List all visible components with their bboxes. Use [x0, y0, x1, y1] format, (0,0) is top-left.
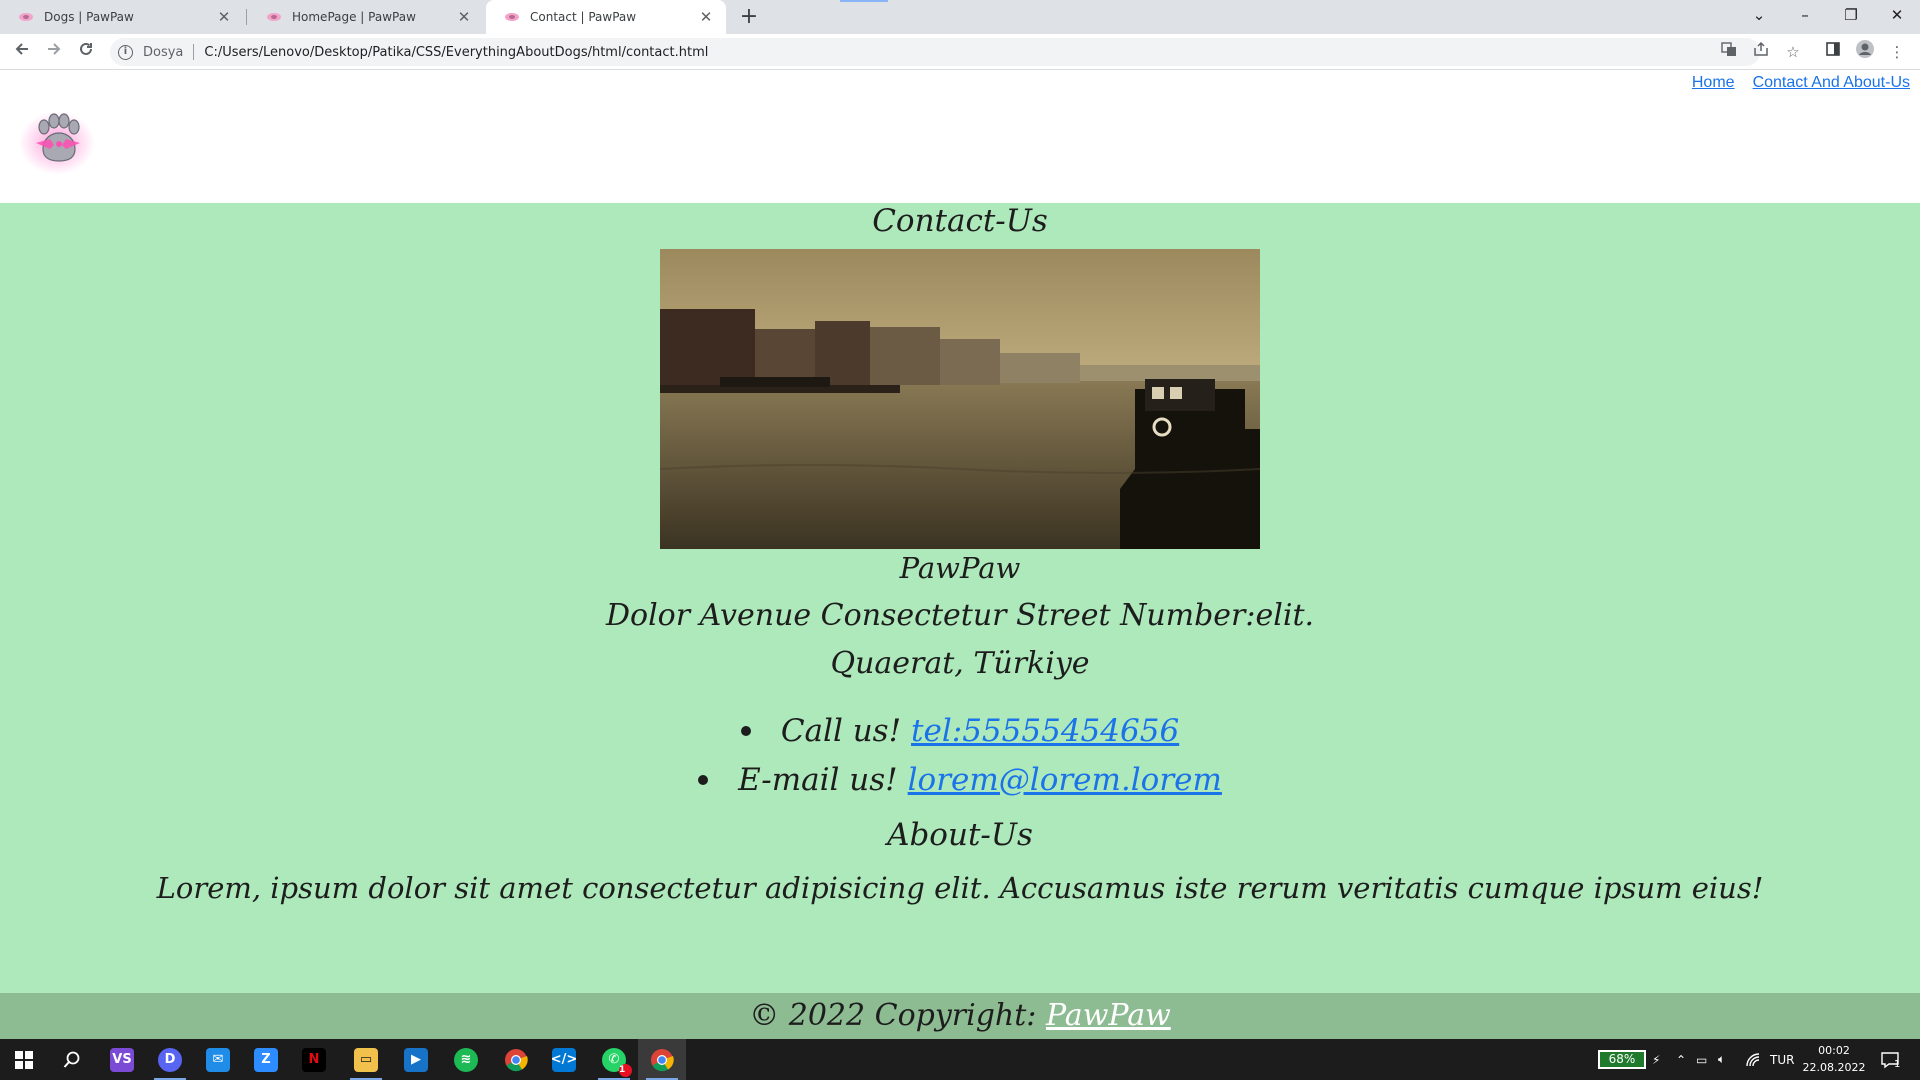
contact-section: Contact-Us PawPaw Dolor Avenue Consectet…	[0, 203, 1920, 993]
tab-contact[interactable]: Contact | PawPaw ✕	[486, 0, 726, 34]
brand-name: PawPaw	[899, 551, 1021, 585]
forward-arrow-icon[interactable]	[40, 38, 68, 66]
zoom-icon[interactable]: Z	[242, 1039, 290, 1080]
page-viewport: Home Contact And About-Us Contact-Us Paw…	[0, 71, 1920, 1039]
minimize-button[interactable]: –	[1782, 0, 1828, 30]
wifi-icon[interactable]	[1746, 1039, 1762, 1080]
close-window-button[interactable]: ✕	[1874, 0, 1920, 30]
site-nav: Home Contact And About-Us	[1692, 74, 1910, 92]
notification-center-icon[interactable]: 1	[1880, 1039, 1900, 1080]
vscode-icon[interactable]: </>	[540, 1039, 588, 1080]
phone-link[interactable]: tel:55555454656	[911, 713, 1179, 749]
media-player-icon[interactable]: ▶	[392, 1039, 440, 1080]
translate-icon[interactable]	[1716, 39, 1742, 65]
clock-date: 22.08.2022	[1802, 1061, 1866, 1074]
bullet-icon	[698, 774, 709, 785]
close-tab-icon[interactable]: ✕	[696, 8, 716, 26]
tab-title: HomePage | PawPaw	[292, 10, 416, 24]
whatsapp-icon[interactable]: ✆ 1	[590, 1039, 638, 1080]
tab-title: Contact | PawPaw	[530, 10, 637, 24]
site-info-icon[interactable]: i	[118, 44, 133, 60]
copyright-text: © 2022 Copyright:	[749, 998, 1037, 1033]
address-divider	[193, 44, 195, 60]
email-label: E-mail us!	[738, 761, 898, 798]
nav-contact-about-link[interactable]: Contact And About-Us	[1753, 74, 1910, 92]
address-line-2: Quaerat, Türkiye	[830, 646, 1090, 681]
about-heading: About-Us	[887, 817, 1033, 853]
tab-title: Dogs | PawPaw	[44, 10, 134, 24]
show-hidden-icons-icon[interactable]: ⌃	[1676, 1039, 1686, 1080]
address-bar[interactable]: i Dosya C:/Users/Lenovo/Desktop/Patika/C…	[110, 38, 1760, 66]
language-indicator[interactable]: TUR	[1770, 1039, 1794, 1080]
volume-icon[interactable]: 🔈︎	[1718, 1039, 1725, 1080]
call-label: Call us!	[780, 712, 902, 749]
share-icon[interactable]	[1748, 39, 1774, 65]
tab-divider	[246, 9, 247, 25]
contact-list: Call us! tel:55555454656 E-mail us! lore…	[0, 706, 1920, 804]
browser-toolbar: i Dosya C:/Users/Lenovo/Desktop/Patika/C…	[0, 34, 1920, 70]
mail-icon[interactable]: ✉	[194, 1039, 242, 1080]
nav-home-link[interactable]: Home	[1692, 74, 1735, 92]
close-tab-icon[interactable]: ✕	[214, 8, 234, 26]
reload-icon[interactable]	[72, 38, 100, 66]
about-text: Lorem, ipsum dolor sit amet consectetur …	[156, 871, 1764, 905]
bookmark-star-icon[interactable]: ☆	[1780, 39, 1806, 65]
email-link[interactable]: lorem@lorem.lorem	[908, 762, 1222, 798]
notification-count: 1	[1894, 1059, 1901, 1070]
address-line-1: Dolor Avenue Consectetur Street Number:e…	[605, 598, 1315, 633]
bullet-icon	[740, 725, 751, 736]
paw-favicon-icon	[504, 9, 520, 25]
site-footer: © 2022 Copyright: PawPaw	[0, 993, 1920, 1039]
scheme-label: Dosya	[143, 44, 184, 60]
search-icon[interactable]	[48, 1039, 96, 1080]
url-text[interactable]: C:/Users/Lenovo/Desktop/Patika/CSS/Every…	[204, 45, 708, 60]
menu-kebab-icon[interactable]: ⋮	[1884, 39, 1910, 65]
new-tab-button[interactable]: +	[736, 4, 762, 30]
start-button[interactable]	[0, 1039, 48, 1080]
tab-search-icon[interactable]: ⌄	[1736, 0, 1782, 30]
harbor-photo	[659, 249, 1261, 549]
power-plug-icon[interactable]: ▭	[1696, 1039, 1707, 1080]
charging-icon: ⚡	[1652, 1052, 1661, 1067]
paw-favicon-icon	[266, 9, 282, 25]
windows-taskbar: VS D ✉ Z N ▭ ▶ ≋ </> ✆ 1 68% ⚡ ⌃ ▭ 🔈︎ TU…	[0, 1039, 1920, 1080]
clock-time: 00:02	[1818, 1044, 1850, 1057]
back-arrow-icon[interactable]	[8, 38, 36, 66]
tab-dogs[interactable]: Dogs | PawPaw ✕	[0, 0, 244, 34]
close-tab-icon[interactable]: ✕	[454, 8, 474, 26]
discord-icon[interactable]: D	[146, 1039, 194, 1080]
tab-strip: Dogs | PawPaw ✕ HomePage | PawPaw ✕ Cont…	[0, 0, 1920, 34]
windows-logo-icon	[15, 1050, 33, 1069]
contact-heading: Contact-Us	[872, 203, 1048, 239]
system-clock[interactable]: 00:02 22.08.2022	[1800, 1042, 1868, 1076]
list-item-call: Call us! tel:55555454656	[0, 706, 1920, 755]
site-header: Home Contact And About-Us	[0, 71, 1920, 203]
spotify-icon[interactable]: ≋	[442, 1039, 490, 1080]
tab-homepage[interactable]: HomePage | PawPaw ✕	[248, 0, 484, 34]
file-explorer-icon[interactable]: ▭	[342, 1039, 390, 1080]
whatsapp-badge: 1	[619, 1063, 632, 1077]
profile-avatar-icon[interactable]	[1852, 39, 1878, 65]
side-panel-icon[interactable]	[1820, 39, 1846, 65]
battery-indicator[interactable]: 68%	[1598, 1050, 1646, 1069]
netflix-icon[interactable]: N	[290, 1039, 338, 1080]
paw-favicon-icon	[18, 9, 34, 25]
chrome-icon[interactable]	[492, 1039, 540, 1080]
tab-strip-accent	[840, 0, 888, 2]
pawpaw-logo[interactable]	[18, 107, 96, 177]
visual-studio-icon[interactable]: VS	[98, 1039, 146, 1080]
list-item-email: E-mail us! lorem@lorem.lorem	[0, 755, 1920, 804]
restore-button[interactable]: ❐	[1828, 0, 1874, 30]
footer-brand-link[interactable]: PawPaw	[1046, 998, 1171, 1033]
chrome-active-icon[interactable]	[638, 1039, 686, 1080]
